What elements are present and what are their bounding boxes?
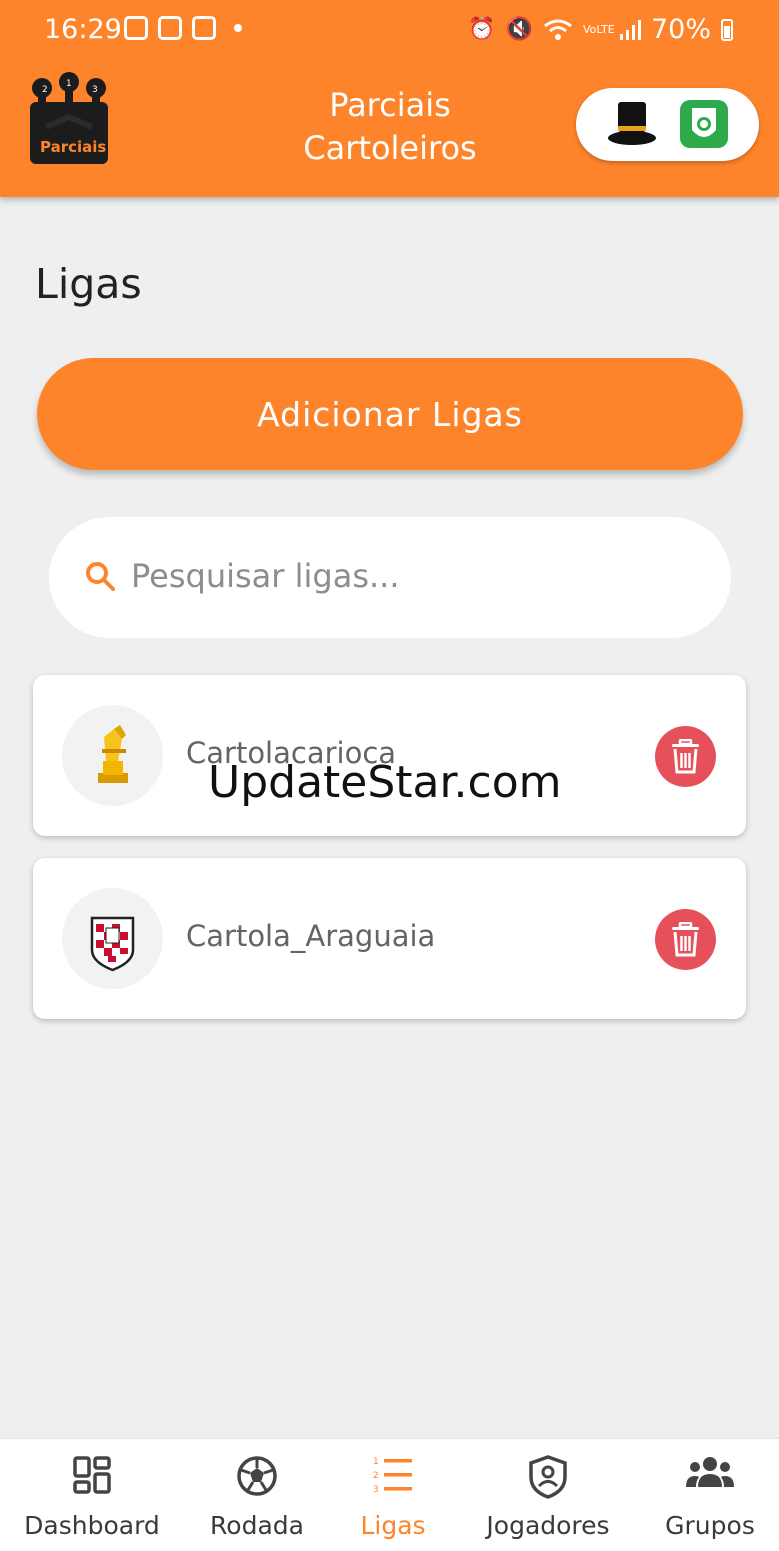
header-actions[interactable]: [576, 88, 759, 161]
league-logo: [62, 705, 163, 806]
soccer-ball-icon: [237, 1456, 277, 1496]
nav-label: Dashboard: [24, 1511, 160, 1540]
cartola-hat-icon[interactable]: [606, 100, 658, 148]
wifi-icon: [544, 19, 572, 40]
nav-label: Ligas: [360, 1511, 426, 1540]
search-input[interactable]: Pesquisar ligas...: [49, 517, 731, 638]
golden-trophy-icon: [98, 725, 128, 783]
league-name: Cartola_Araguaia: [186, 919, 436, 953]
nav-label: Grupos: [665, 1511, 755, 1540]
nav-jogadores[interactable]: Jogadores: [478, 1439, 618, 1551]
app-title-line1: Parciais: [329, 86, 451, 124]
nav-ligas[interactable]: 1 2 3 Ligas: [348, 1439, 438, 1551]
app-title: Parciais Cartoleiros: [260, 84, 520, 170]
svg-text:2: 2: [373, 1471, 379, 1481]
svg-text:3: 3: [373, 1485, 379, 1495]
trash-icon: [672, 922, 699, 957]
dashboard-icon: [73, 1456, 111, 1494]
checkered-shield-icon: [90, 916, 135, 972]
image-notification-icon: [158, 16, 182, 40]
podium-number-2: 2: [42, 85, 48, 95]
voicemail-notification-icon: [192, 16, 216, 40]
list-icon: 1 2 3: [373, 1457, 412, 1495]
player-shield-icon: [529, 1455, 567, 1499]
more-notifications-icon: [234, 24, 242, 32]
add-league-button[interactable]: Adicionar Ligas: [37, 358, 743, 470]
trash-icon: [672, 739, 699, 774]
game-notification-icon: [124, 16, 148, 40]
notification-icons: [124, 16, 242, 40]
league-logo: [62, 888, 163, 989]
system-icons: ⏰ 🔇 VoLTE 70%: [468, 14, 733, 45]
brasileirao-icon[interactable]: [680, 100, 728, 148]
logo-text: Parciais: [40, 138, 106, 156]
nav-rodada[interactable]: Rodada: [200, 1439, 314, 1551]
groups-icon: [686, 1457, 734, 1487]
battery-icon: [721, 18, 733, 41]
search-placeholder: Pesquisar ligas...: [131, 557, 400, 595]
delete-league-button[interactable]: [655, 909, 716, 970]
signal-icon: [619, 19, 641, 40]
league-card[interactable]: Cartolacarioca: [33, 675, 746, 836]
watermark-text: UpdateStar.com: [208, 757, 562, 808]
delete-league-button[interactable]: [655, 726, 716, 787]
volte-icon: VoLTE: [582, 23, 615, 36]
podium-number-1: 1: [66, 79, 72, 89]
podium-number-3: 3: [92, 85, 98, 95]
status-bar: 16:29 ⏰ 🔇 VoLTE 70%: [0, 0, 779, 62]
battery-percent: 70%: [650, 14, 711, 45]
status-time: 16:29: [44, 14, 122, 45]
league-card[interactable]: Cartola_Araguaia: [33, 858, 746, 1019]
bottom-navigation: Dashboard Rodada 1 2 3 Ligas Jogadores G…: [0, 1438, 779, 1551]
nav-dashboard[interactable]: Dashboard: [20, 1439, 164, 1551]
app-logo[interactable]: 2 1 3 Parciais: [26, 72, 112, 172]
alarm-icon: ⏰: [468, 17, 496, 42]
nav-label: Rodada: [210, 1511, 304, 1540]
app-title-line2: Cartoleiros: [303, 129, 477, 167]
svg-text:1: 1: [373, 1457, 379, 1467]
nav-label: Jogadores: [486, 1511, 610, 1540]
nav-grupos[interactable]: Grupos: [660, 1439, 760, 1551]
app-header: 16:29 ⏰ 🔇 VoLTE 70% 2 1 3 Parciais Parci…: [0, 0, 779, 197]
search-icon: [86, 562, 115, 591]
page-title: Ligas: [35, 260, 142, 308]
mute-icon: 🔇: [505, 17, 533, 42]
